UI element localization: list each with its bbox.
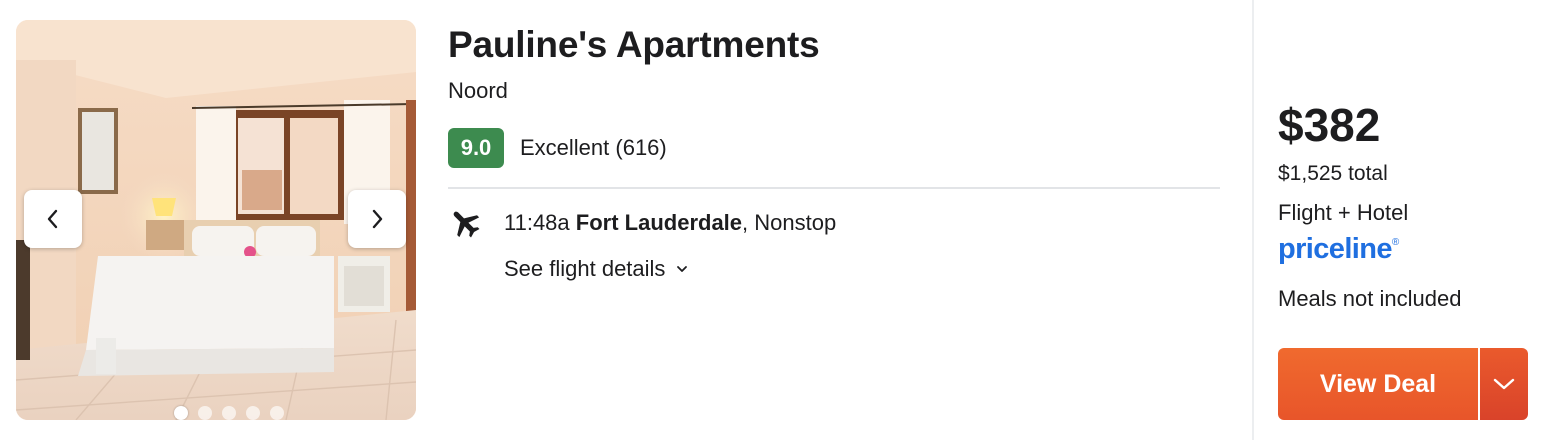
hotel-location: Noord [448, 78, 508, 103]
image-dot-1[interactable] [174, 406, 188, 420]
view-deal-label: View Deal [1319, 369, 1437, 398]
flight-stops: , Nonstop [742, 210, 837, 235]
chevron-down-icon [1493, 378, 1515, 390]
provider-logo[interactable]: priceline® [1278, 233, 1399, 266]
flight-summary: 11:48a Fort Lauderdale, Nonstop [504, 210, 836, 236]
airplane-icon [453, 211, 480, 238]
flight-info: 11:48a Fort Lauderdale, Nonstop [448, 206, 836, 240]
package-type: Flight + Hotel [1278, 200, 1409, 225]
chevron-left-icon [47, 209, 58, 229]
image-dot-5[interactable] [270, 406, 284, 420]
score-badge: 9.0 [448, 128, 504, 168]
image-dot-3[interactable] [222, 406, 236, 420]
column-divider [1252, 0, 1254, 440]
more-deals-dropdown-button[interactable] [1480, 348, 1528, 420]
total-price: $1,525 total [1278, 162, 1388, 185]
provider-name: priceline [1278, 233, 1392, 265]
image-dot-4[interactable] [246, 406, 260, 420]
price: $382 [1278, 99, 1381, 151]
view-deal-button[interactable]: View Deal [1278, 348, 1478, 420]
image-dot-2[interactable] [198, 406, 212, 420]
previous-image-button[interactable] [24, 190, 82, 248]
meals-info: Meals not included [1278, 286, 1462, 311]
hotel-name[interactable]: Pauline's Apartments [448, 24, 820, 66]
see-flight-details-label: See flight details [504, 256, 666, 281]
chevron-down-icon [677, 266, 688, 272]
next-image-button[interactable] [348, 190, 406, 248]
rating-text: Excellent (616) [520, 135, 667, 160]
see-flight-details-link[interactable]: See flight details [504, 256, 689, 282]
chevron-right-icon [372, 209, 383, 229]
image-pagination [174, 406, 284, 420]
flight-time: 11:48a [504, 210, 576, 235]
rating-row: 9.0 Excellent (616) [448, 128, 667, 168]
hotel-result-card: Pauline's Apartments Noord 9.0 Excellent… [0, 0, 1550, 440]
registered-mark: ® [1391, 237, 1399, 248]
flight-origin: Fort Lauderdale [575, 210, 743, 235]
divider [448, 187, 1220, 189]
